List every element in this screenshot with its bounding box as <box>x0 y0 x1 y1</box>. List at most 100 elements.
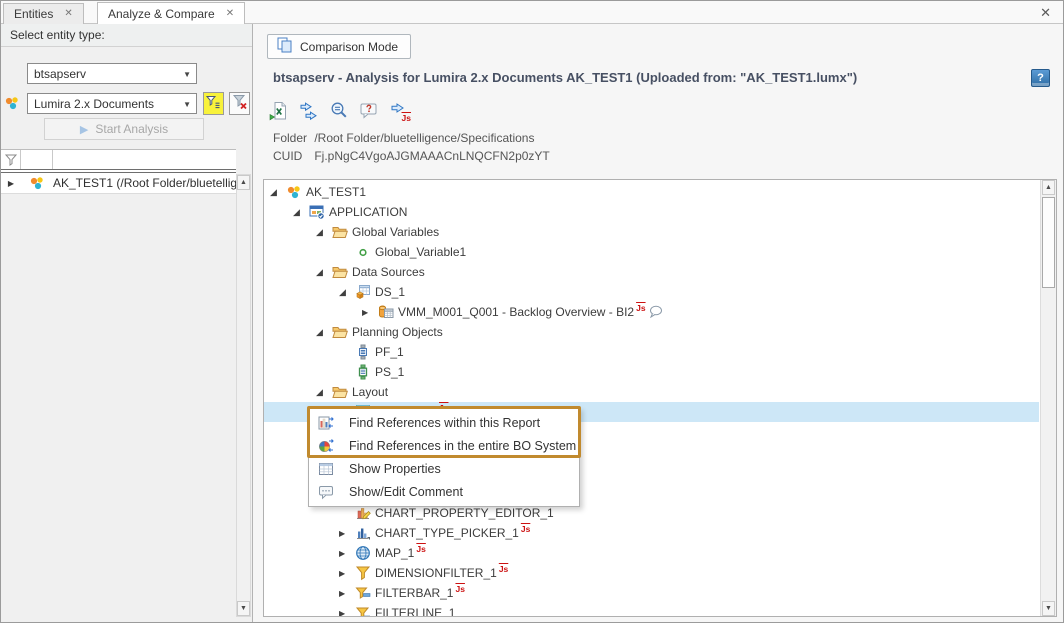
js-references-icon[interactable]: Js <box>389 101 410 122</box>
tab-close-icon[interactable]: ✕ <box>64 9 72 19</box>
tree-item-ak-test1[interactable]: ◢ AK_TEST1 <box>264 182 1039 202</box>
zoom-search-icon[interactable] <box>329 101 350 122</box>
play-icon: ▶ <box>80 123 88 136</box>
comment-question-icon[interactable] <box>359 101 380 122</box>
tree-item-layout[interactable]: ◢ Layout <box>264 382 1039 402</box>
document-structure-tree: ◢ AK_TEST1 ◢ APPLICATION ◢ Global Variab… <box>263 179 1057 617</box>
tab-analyze-label: Analyze & Compare <box>108 7 215 21</box>
entity-list-filter-cell[interactable] <box>53 150 236 169</box>
collapse-arrow-icon[interactable]: ◢ <box>270 187 286 198</box>
tree-item-ds-1[interactable]: ◢ DS_1 <box>264 282 1039 302</box>
find-in-report-icon <box>318 415 334 431</box>
properties-table-icon <box>318 461 334 477</box>
tree-item-label: PF_1 <box>375 345 404 359</box>
expand-arrow-icon[interactable]: ▶ <box>339 569 355 578</box>
funnel-filter-icon[interactable] <box>1 150 21 169</box>
tree-item-dimensionfilter-1[interactable]: ▶ DIMENSIONFILTER_1 Js <box>264 563 1039 583</box>
collapse-arrow-icon[interactable]: ◢ <box>339 287 355 298</box>
scroll-down-icon[interactable]: ▼ <box>1042 601 1055 616</box>
tree-item-label: FILTERLINE_1 <box>375 606 455 617</box>
menu-item-show-properties[interactable]: Show Properties <box>309 457 579 480</box>
tree-item-label: CHART_TYPE_PICKER_1 <box>375 526 519 540</box>
cuid-label: CUID <box>273 149 311 163</box>
scroll-up-icon[interactable]: ▲ <box>237 175 250 190</box>
collapse-arrow-icon[interactable]: ◢ <box>316 327 332 338</box>
menu-item-find-references-bo-system[interactable]: Find References in the entire BO System <box>309 434 579 457</box>
comparison-mode-button[interactable]: Comparison Mode <box>267 34 411 59</box>
expand-arrow-icon[interactable]: ▶ <box>339 529 355 538</box>
chart-type-picker-icon <box>355 525 375 541</box>
tree-item-map-1[interactable]: ▶ MAP_1 Js <box>264 543 1039 563</box>
lumira-documents-icon <box>4 95 20 114</box>
tab-analyze-compare[interactable]: Analyze & Compare ✕ <box>97 2 245 24</box>
start-analysis-button[interactable]: ▶ Start Analysis <box>44 118 204 140</box>
entity-list-filter-row[interactable] <box>1 149 236 169</box>
tree-item-global-variable1[interactable]: Global_Variable1 <box>264 242 1039 262</box>
collapse-arrow-icon[interactable]: ◢ <box>316 267 332 278</box>
collapse-arrow-icon[interactable]: ◢ <box>316 387 332 398</box>
tree-scrollbar[interactable]: ▲ ▼ <box>1040 180 1056 616</box>
filter-line-icon <box>355 605 375 617</box>
dimension-filter-icon <box>355 565 375 581</box>
entity-type-dropdown[interactable]: Lumira 2.x Documents ▼ <box>27 93 197 114</box>
comparison-mode-label: Comparison Mode <box>300 40 398 54</box>
tab-bar: Entities ✕ Analyze & Compare ✕ ✕ <box>1 1 1063 24</box>
analysis-panel: Comparison Mode btsapserv - Analysis for… <box>253 24 1063 622</box>
js-badge: Js <box>636 303 645 313</box>
chart-property-editor-icon <box>355 505 375 521</box>
collapse-arrow-icon[interactable]: ◢ <box>293 207 309 218</box>
tree-item-global-variables[interactable]: ◢ Global Variables <box>264 222 1039 242</box>
tree-item-label: APPLICATION <box>329 205 407 219</box>
tab-close-icon[interactable]: ✕ <box>226 9 234 19</box>
scrollbar-thumb[interactable] <box>1042 197 1055 288</box>
application-icon <box>309 204 329 220</box>
expand-arrow-icon[interactable]: ▶ <box>339 549 355 558</box>
folder-label: Folder <box>273 131 311 145</box>
context-menu: Find References within this Report Find … <box>308 407 580 507</box>
scroll-up-icon[interactable]: ▲ <box>1042 180 1055 195</box>
tab-entities[interactable]: Entities ✕ <box>3 3 84 24</box>
collapse-arrow-icon[interactable]: ◢ <box>316 227 332 238</box>
js-badge: Js <box>521 524 530 534</box>
folder-icon <box>332 224 352 240</box>
expand-arrow-icon[interactable]: ▶ <box>362 308 378 317</box>
entity-row-ak-test1[interactable]: ▶ AK_TEST1 (/Root Folder/bluetelligenc <box>1 173 236 194</box>
filter-list-button[interactable] <box>203 92 224 115</box>
system-dropdown[interactable]: btsapserv ▼ <box>27 63 197 84</box>
expand-arrow-icon[interactable]: ▶ <box>339 589 355 598</box>
scroll-down-icon[interactable]: ▼ <box>237 601 250 616</box>
entity-list-filter-cell[interactable] <box>21 150 53 169</box>
js-badge: Js <box>416 544 425 554</box>
menu-item-find-references-report[interactable]: Find References within this Report <box>309 411 579 434</box>
tree-item-ps-1[interactable]: PS_1 <box>264 362 1039 382</box>
entity-selection-panel: Select entity type: btsapserv ▼ Lumira 2… <box>1 24 253 622</box>
tree-item-application[interactable]: ◢ APPLICATION <box>264 202 1039 222</box>
tree-item-label: CHART_PROPERTY_EDITOR_1 <box>375 506 554 520</box>
app-window: Entities ✕ Analyze & Compare ✕ ✕ Select … <box>0 0 1064 623</box>
window-close-icon[interactable]: ✕ <box>1040 5 1051 21</box>
tree-item-label: Global Variables <box>352 225 439 239</box>
entity-list-scrollbar[interactable]: ▲ ▼ <box>236 174 251 617</box>
comment-indicator-icon <box>649 305 663 321</box>
tree-item-pf-1[interactable]: PF_1 <box>264 342 1039 362</box>
tree-item-filterline-1[interactable]: ▶ FILTERLINE_1 <box>264 603 1039 617</box>
clear-filter-icon <box>232 94 248 113</box>
find-references-icon[interactable] <box>299 101 320 122</box>
tree-item-data-sources[interactable]: ◢ Data Sources <box>264 262 1039 282</box>
help-button[interactable]: ? <box>1031 69 1050 87</box>
menu-item-show-edit-comment[interactable]: Show/Edit Comment <box>309 480 579 503</box>
start-analysis-label: Start Analysis <box>95 122 168 136</box>
expand-arrow-icon[interactable]: ▶ <box>339 609 355 618</box>
tree-item-vmm-query[interactable]: ▶ VMM_M001_Q001 - Backlog Overview - BI2… <box>264 302 1039 322</box>
tree-item-filterbar-1[interactable]: ▶ FILTERBAR_1 Js <box>264 583 1039 603</box>
js-badge: Js <box>455 584 464 594</box>
tree-item-label: Data Sources <box>352 265 425 279</box>
folder-icon <box>332 264 352 280</box>
copy-pages-icon <box>276 37 293 56</box>
export-excel-icon[interactable] <box>269 101 290 122</box>
tree-item-label: DS_1 <box>375 285 405 299</box>
tree-item-planning-objects[interactable]: ◢ Planning Objects <box>264 322 1039 342</box>
expand-arrow-icon[interactable]: ▶ <box>1 179 21 188</box>
clear-filter-button[interactable] <box>229 92 250 115</box>
tree-item-chart-type-picker-1[interactable]: ▶ CHART_TYPE_PICKER_1 Js <box>264 523 1039 543</box>
